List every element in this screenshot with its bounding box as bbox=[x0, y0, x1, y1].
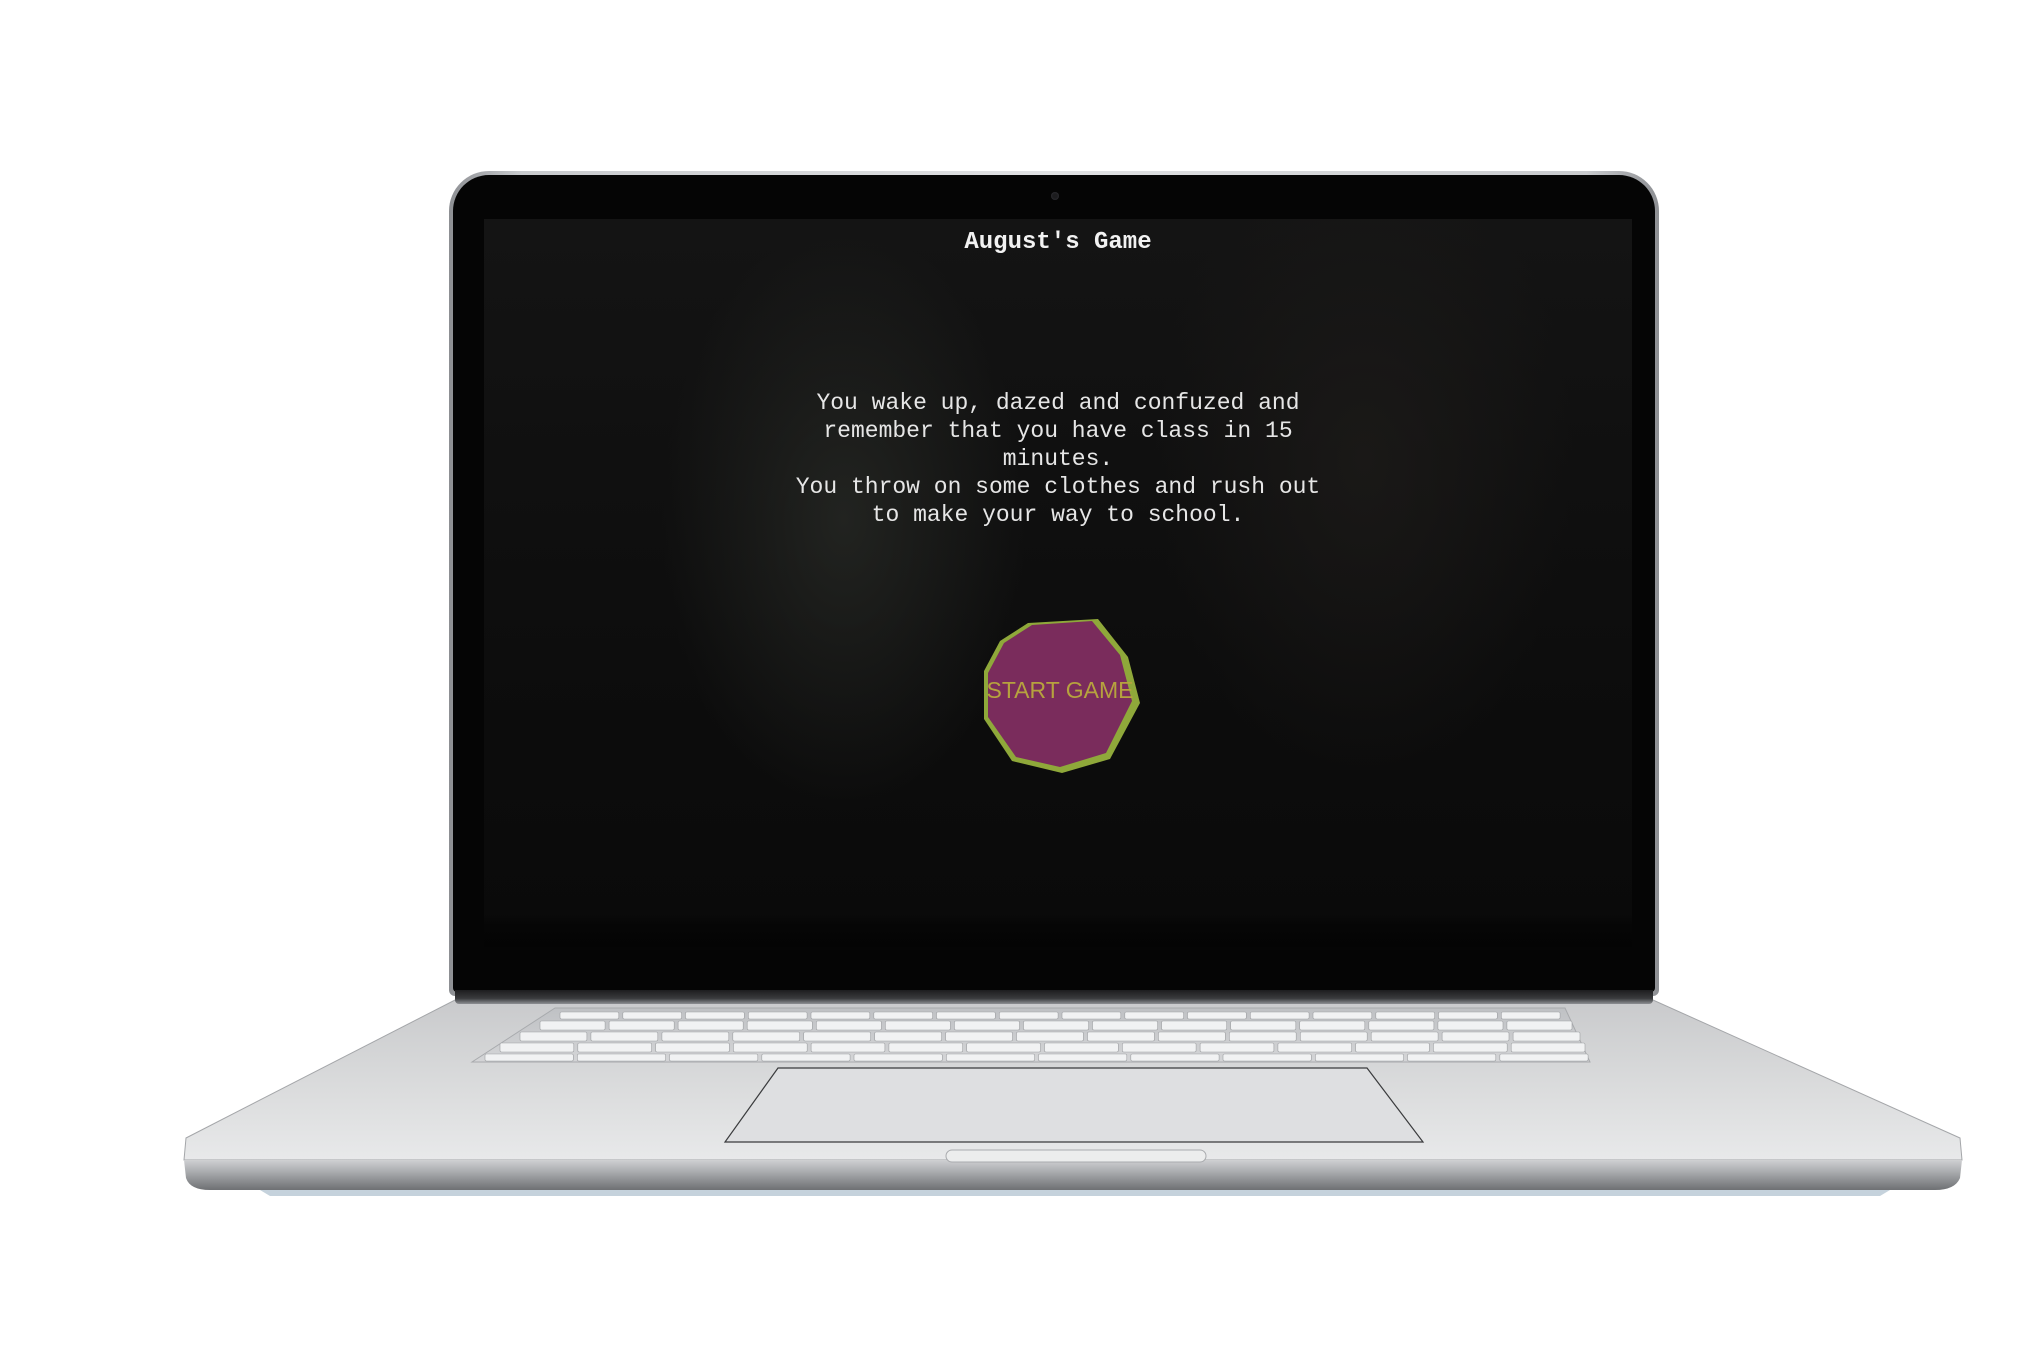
keyboard-key bbox=[1499, 1053, 1589, 1062]
keyboard-key bbox=[747, 1011, 808, 1020]
keyboard-key bbox=[1300, 1031, 1368, 1042]
keyboard-key bbox=[1161, 1020, 1227, 1031]
game-title: August's Game bbox=[964, 229, 1152, 256]
keyboard-key bbox=[761, 1053, 851, 1062]
keyboard-key bbox=[1375, 1011, 1435, 1020]
keyboard-key bbox=[499, 1042, 575, 1053]
keyboard-key bbox=[1441, 1031, 1510, 1042]
keyboard-key bbox=[810, 1011, 871, 1020]
keyboard-key bbox=[1122, 1042, 1197, 1053]
keyboard-key bbox=[1229, 1031, 1297, 1042]
keyboard-key bbox=[733, 1042, 808, 1053]
start-game-label[interactable]: START GAME bbox=[980, 677, 1140, 704]
keyboard-key bbox=[1199, 1042, 1275, 1053]
keyboard-key bbox=[590, 1031, 659, 1042]
keyboard-key bbox=[1501, 1011, 1561, 1020]
keyboard-key bbox=[1506, 1020, 1573, 1031]
keyboard-key bbox=[1437, 1020, 1504, 1031]
keyboard-key bbox=[539, 1020, 606, 1031]
keyboard-key bbox=[732, 1031, 800, 1042]
laptop-mockup: August's Game You wake up, dazed and con… bbox=[0, 0, 2025, 1350]
keyboard-key bbox=[884, 1020, 951, 1031]
keyboard-key bbox=[685, 1011, 745, 1020]
story-text: You wake up, dazed and confuzed and reme… bbox=[768, 389, 1348, 529]
keyboard-key bbox=[888, 1042, 964, 1053]
keyboard-key bbox=[1016, 1031, 1084, 1042]
keyboard-key bbox=[1044, 1042, 1119, 1053]
keyboard-key bbox=[1250, 1011, 1310, 1020]
keyboard-key bbox=[1187, 1011, 1247, 1020]
keyboard-key bbox=[874, 1031, 942, 1042]
keyboard-key bbox=[1315, 1053, 1404, 1062]
keyboard-key bbox=[945, 1031, 1013, 1042]
laptop-lid: August's Game You wake up, dazed and con… bbox=[449, 171, 1659, 996]
keyboard-key bbox=[936, 1011, 996, 1020]
keyboard-key bbox=[1222, 1053, 1312, 1062]
keyboard-key bbox=[803, 1031, 871, 1042]
keyboard-key bbox=[622, 1011, 682, 1020]
story-line: You throw on some clothes and rush out bbox=[795, 474, 1321, 500]
keyboard-key bbox=[1230, 1020, 1297, 1031]
keyboard-key bbox=[1158, 1031, 1226, 1042]
keyboard-key bbox=[1061, 1011, 1122, 1020]
keyboard-key bbox=[1368, 1020, 1435, 1031]
story-line: minutes. bbox=[1002, 446, 1114, 472]
keyboard-key bbox=[1124, 1011, 1184, 1020]
keyboard-key bbox=[1355, 1042, 1430, 1053]
keyboard-key bbox=[1299, 1020, 1366, 1031]
keyboard-key bbox=[608, 1020, 675, 1031]
keyboard-key bbox=[677, 1020, 744, 1031]
keyboard-key bbox=[577, 1042, 652, 1053]
keyboard-key bbox=[1407, 1053, 1497, 1062]
keyboard-key bbox=[484, 1053, 574, 1062]
camera-icon bbox=[1051, 192, 1059, 200]
keyboard-key bbox=[873, 1011, 933, 1020]
start-game-button[interactable]: START GAME bbox=[980, 611, 1140, 775]
keyboard-key bbox=[1433, 1042, 1508, 1053]
story-line: You wake up, dazed and confuzed and bbox=[816, 390, 1300, 416]
story-line: to make your way to school. bbox=[871, 502, 1245, 528]
keyboard-key bbox=[954, 1020, 1020, 1031]
keyboard-key bbox=[815, 1020, 882, 1031]
keyboard-key bbox=[966, 1042, 1041, 1053]
screen-bezel: August's Game You wake up, dazed and con… bbox=[453, 175, 1655, 992]
screen-reflection bbox=[484, 913, 1632, 947]
keyboard-key bbox=[1130, 1053, 1220, 1062]
keyboard-key bbox=[998, 1011, 1059, 1020]
keyboard-key bbox=[1438, 1011, 1498, 1020]
keyboard-key bbox=[559, 1011, 620, 1020]
laptop-hinge bbox=[455, 990, 1653, 1004]
keyboard-key bbox=[945, 1053, 1035, 1062]
keyboard-key bbox=[1023, 1020, 1089, 1031]
keyboard-key bbox=[853, 1053, 943, 1062]
keyboard-key bbox=[1370, 1031, 1439, 1042]
keyboard-key bbox=[1038, 1053, 1128, 1062]
keyboard-key bbox=[1277, 1042, 1353, 1053]
keyboard-key bbox=[519, 1031, 588, 1042]
keyboard-key bbox=[576, 1053, 666, 1062]
keyboard-key bbox=[1510, 1042, 1586, 1053]
game-screen: August's Game You wake up, dazed and con… bbox=[484, 219, 1632, 947]
story-line: remember that you have class in 15 bbox=[823, 418, 1293, 444]
keyboard-key bbox=[1512, 1031, 1581, 1042]
keyboard-key bbox=[661, 1031, 730, 1042]
keyboard-key bbox=[655, 1042, 730, 1053]
keyboard-key bbox=[810, 1042, 886, 1053]
keyboard-key bbox=[746, 1020, 813, 1031]
keyboard-key bbox=[1092, 1020, 1158, 1031]
keyboard-key bbox=[669, 1053, 759, 1062]
keyboard-key bbox=[1312, 1011, 1373, 1020]
keyboard-key bbox=[1087, 1031, 1155, 1042]
